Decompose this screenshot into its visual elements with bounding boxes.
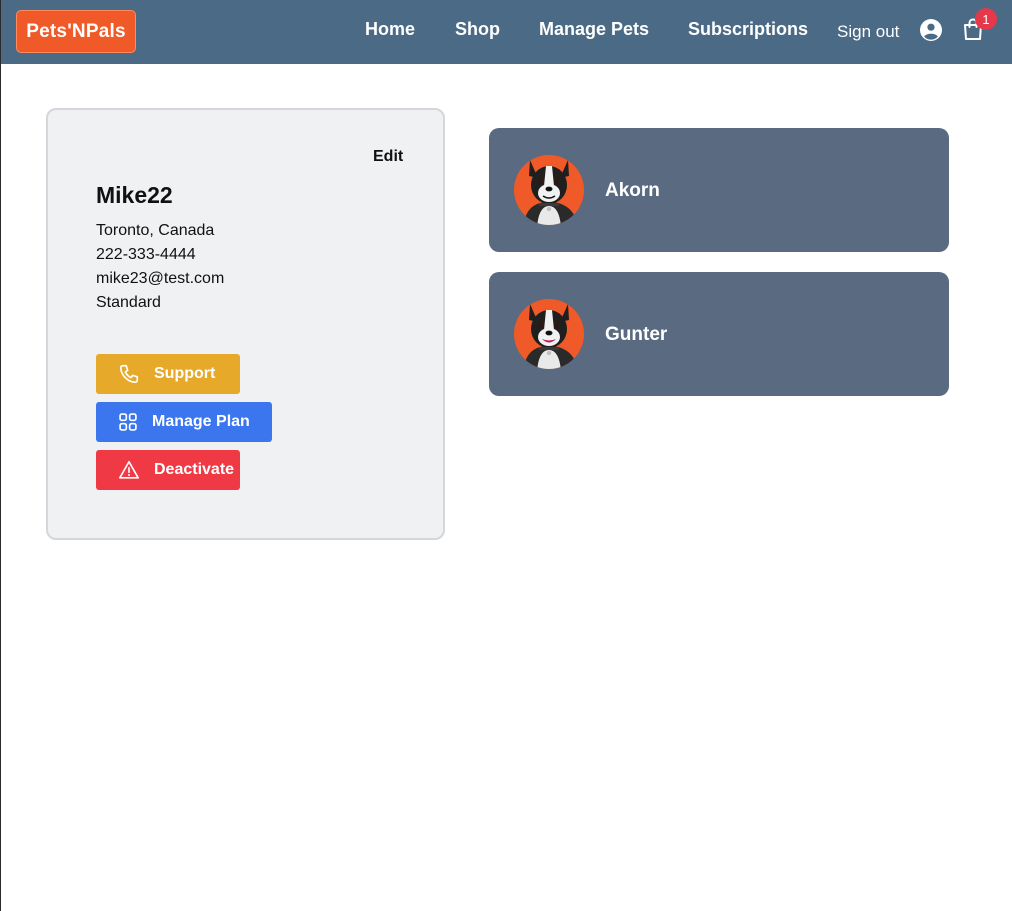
phone-icon <box>119 364 139 384</box>
profile-phone: 222-333-4444 <box>96 246 196 263</box>
pet-name: Gunter <box>605 324 668 345</box>
deactivate-button-label: Deactivate <box>154 461 235 478</box>
edit-profile-link[interactable]: Edit <box>373 148 403 166</box>
manage-plan-button-label: Manage Plan <box>152 413 250 430</box>
dog-avatar <box>514 155 584 225</box>
deactivate-button[interactable]: Deactivate <box>96 450 240 490</box>
grid-icon <box>119 413 137 431</box>
support-button[interactable]: Support <box>96 354 240 394</box>
page: Pets'NPals Home Shop Manage Pets Subscri… <box>0 0 1012 911</box>
pet-card-akorn[interactable]: Akorn <box>489 128 949 252</box>
profile-email: mike23@test.com <box>96 270 225 287</box>
manage-plan-button[interactable]: Manage Plan <box>96 402 272 442</box>
support-button-label: Support <box>154 365 216 382</box>
profile-location: Toronto, Canada <box>96 222 215 239</box>
account-circle-icon[interactable] <box>919 18 943 42</box>
nav-link-subscriptions[interactable]: Subscriptions <box>688 19 808 40</box>
pet-card-gunter[interactable]: Gunter <box>489 272 949 396</box>
brand-logo[interactable]: Pets'NPals <box>16 10 136 53</box>
top-navbar: Pets'NPals Home Shop Manage Pets Subscri… <box>1 0 1012 64</box>
pet-name: Akorn <box>605 180 660 201</box>
nav-link-shop[interactable]: Shop <box>455 19 500 40</box>
sign-out-link[interactable]: Sign out <box>837 22 899 42</box>
profile-plan: Standard <box>96 294 161 311</box>
cart-count-badge: 1 <box>975 8 997 30</box>
nav-link-home[interactable]: Home <box>365 19 415 40</box>
profile-username: Mike22 <box>96 182 173 208</box>
nav-link-manage-pets[interactable]: Manage Pets <box>539 19 649 40</box>
dog-avatar <box>514 299 584 369</box>
warning-icon <box>119 460 139 479</box>
profile-card: Edit Mike22 Toronto, Canada 222-333-4444… <box>46 108 445 540</box>
